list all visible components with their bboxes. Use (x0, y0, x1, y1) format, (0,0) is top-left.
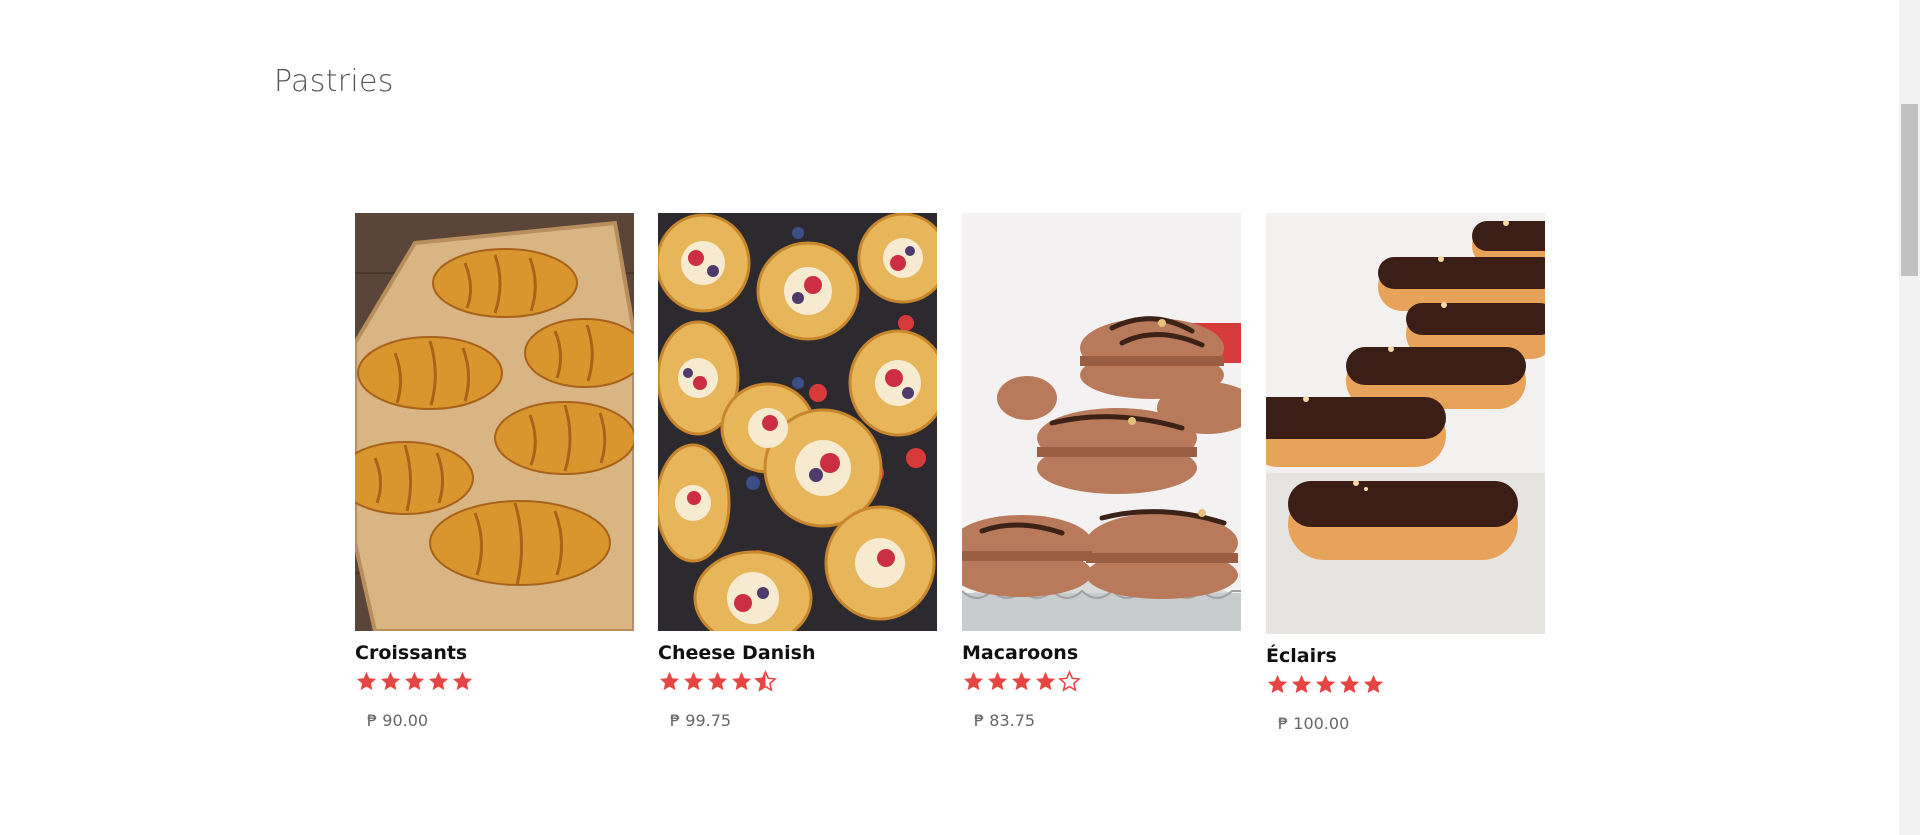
star-icon (452, 671, 473, 691)
star-icon (1011, 671, 1032, 691)
product-image-macaroons[interactable] (962, 213, 1241, 631)
product-name[interactable]: Croissants (355, 641, 634, 665)
star-icon (1339, 674, 1360, 694)
vertical-scrollbar[interactable] (1899, 0, 1920, 835)
star-half-icon (754, 670, 777, 692)
star-icon (1363, 674, 1384, 694)
star-icon (683, 671, 704, 691)
product-rating (355, 670, 634, 694)
product-name[interactable]: Éclairs (1266, 644, 1545, 668)
star-icon (1291, 674, 1312, 694)
product-card-cheese-danish[interactable]: Cheese Danish ₱ 99.75 (658, 213, 937, 730)
product-image-croissants[interactable] (355, 213, 634, 631)
section-title: Pastries (274, 64, 394, 99)
product-card-croissants[interactable]: Croissants ₱ 90.00 (355, 213, 634, 730)
star-icon (1315, 674, 1336, 694)
product-price: ₱ 90.00 (367, 711, 429, 730)
product-price: ₱ 100.00 (1278, 714, 1350, 733)
scrollbar-thumb[interactable] (1901, 104, 1918, 276)
product-card-eclairs[interactable]: Éclairs ₱ 100.00 (1266, 213, 1545, 733)
star-icon (659, 671, 680, 691)
product-rating (1266, 673, 1545, 697)
star-icon (428, 671, 449, 691)
star-icon (1035, 671, 1056, 691)
product-card-macaroons[interactable]: Macaroons ₱ 83.75 (962, 213, 1241, 730)
star-icon (707, 671, 728, 691)
star-icon (404, 671, 425, 691)
product-name[interactable]: Macaroons (962, 641, 1241, 665)
star-icon (380, 671, 401, 691)
product-rating (962, 670, 1241, 694)
star-icon (963, 671, 984, 691)
product-price: ₱ 83.75 (974, 711, 1036, 730)
star-icon (1267, 674, 1288, 694)
product-image-cheese-danish[interactable] (658, 213, 937, 631)
product-name[interactable]: Cheese Danish (658, 641, 937, 665)
product-image-eclairs[interactable] (1266, 213, 1545, 634)
star-icon (731, 671, 752, 691)
product-rating (658, 670, 937, 694)
star-icon (356, 671, 377, 691)
star-icon (987, 671, 1008, 691)
product-price: ₱ 99.75 (670, 711, 732, 730)
page: Pastries Croissants ₱ 90.00 Cheese Danis… (0, 0, 1920, 835)
star-empty-icon (1058, 670, 1081, 692)
